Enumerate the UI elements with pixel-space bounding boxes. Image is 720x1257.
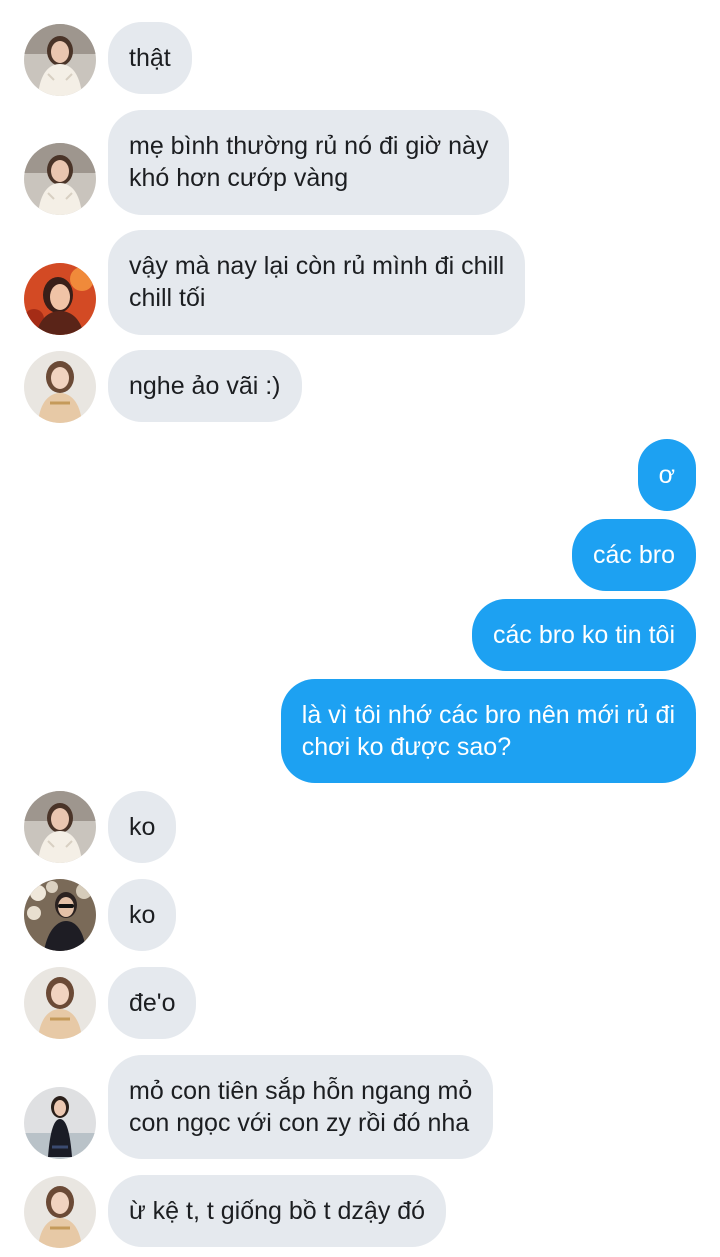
- message-text-line: thật: [129, 44, 171, 72]
- message-text-line: ừ kệ t, t giống bồ t dzậy đó: [129, 1197, 426, 1225]
- avatar-girl-white-sweater[interactable]: [24, 791, 96, 863]
- avatar-image: [24, 263, 96, 335]
- message-text-line: khó hơn cướp vàng: [129, 164, 349, 192]
- chat-thread[interactable]: thật mẹ bình thường rủ nó đi giờ này khó…: [0, 0, 720, 1257]
- message-bubble[interactable]: mỏ con tiên sắp hỗn ngang mỏ con ngọc vớ…: [108, 1055, 494, 1159]
- avatar-girl-white-sweater[interactable]: [24, 143, 96, 215]
- message-bubble[interactable]: các bro ko tin tôi: [471, 599, 696, 671]
- message-row: thật: [0, 22, 720, 96]
- avatar-image: [24, 351, 96, 423]
- message-bubble[interactable]: vậy mà nay lại còn rủ mình đi chill chil…: [108, 230, 526, 335]
- avatar-image: [24, 1087, 96, 1159]
- message-bubble[interactable]: các bro: [572, 519, 696, 591]
- message-text-line: là vì tôi nhớ các bro nên mới rủ đi: [301, 701, 675, 729]
- message-bubble[interactable]: thật: [108, 22, 192, 94]
- avatar-image: [24, 791, 96, 863]
- avatar-girl-sunglasses-flowers[interactable]: [24, 879, 96, 951]
- message-row: các bro ko tin tôi: [0, 599, 720, 671]
- message-text-line: nghe ảo vãi :): [129, 372, 281, 400]
- avatar-girl-gold-dress[interactable]: [24, 1176, 96, 1248]
- avatar-image: [24, 1176, 96, 1248]
- message-row: ko: [0, 791, 720, 863]
- avatar-girl-black-dress[interactable]: [24, 1087, 96, 1159]
- message-row: mẹ bình thường rủ nó đi giờ này khó hơn …: [0, 110, 720, 215]
- avatar-girl-gold-dress[interactable]: [24, 967, 96, 1039]
- message-text-line: ơ: [658, 461, 675, 489]
- message-text-line: vậy mà nay lại còn rủ mình đi chill: [129, 252, 505, 280]
- message-row: các bro: [0, 519, 720, 591]
- message-bubble[interactable]: nghe ảo vãi :): [108, 350, 302, 422]
- message-row: vậy mà nay lại còn rủ mình đi chill chil…: [0, 230, 720, 335]
- message-row: nghe ảo vãi :): [0, 350, 720, 423]
- message-row: mỏ con tiên sắp hỗn ngang mỏ con ngọc vớ…: [0, 1055, 720, 1159]
- message-row: ừ kệ t, t giống bồ t dzậy đó: [0, 1175, 720, 1248]
- message-text-line: ko: [129, 901, 156, 929]
- message-text-line: ko: [129, 813, 156, 841]
- message-bubble[interactable]: là vì tôi nhớ các bro nên mới rủ đi chơi…: [280, 679, 696, 783]
- avatar-girl-gold-dress[interactable]: [24, 351, 96, 423]
- message-row: ko: [0, 879, 720, 951]
- message-text-line: đe'o: [129, 989, 176, 1017]
- avatar-image: [24, 24, 96, 96]
- message-row: đe'o: [0, 967, 720, 1039]
- message-bubble[interactable]: ừ kệ t, t giống bồ t dzậy đó: [108, 1175, 447, 1247]
- message-row: ơ: [0, 439, 720, 511]
- avatar-image: [24, 967, 96, 1039]
- message-bubble[interactable]: mẹ bình thường rủ nó đi giờ này khó hơn …: [108, 110, 510, 215]
- message-row: là vì tôi nhớ các bro nên mới rủ đi chơi…: [0, 679, 720, 783]
- message-bubble[interactable]: ơ: [637, 439, 696, 511]
- message-text-line: các bro: [593, 541, 675, 569]
- message-text-line: chơi ko được sao?: [301, 733, 512, 761]
- message-bubble[interactable]: ko: [108, 791, 177, 863]
- message-text-line: chill tối: [129, 284, 206, 312]
- message-text-line: các bro ko tin tôi: [492, 621, 675, 649]
- avatar-image: [24, 143, 96, 215]
- message-bubble[interactable]: ko: [108, 879, 177, 951]
- message-bubble[interactable]: đe'o: [108, 967, 197, 1039]
- message-text-line: con ngọc với con zy rồi đó nha: [129, 1109, 470, 1137]
- avatar-girl-white-sweater[interactable]: [24, 24, 96, 96]
- avatar-girl-red-background[interactable]: [24, 263, 96, 335]
- avatar-image: [24, 879, 96, 951]
- message-text-line: mẹ bình thường rủ nó đi giờ này: [129, 132, 489, 160]
- message-text-line: mỏ con tiên sắp hỗn ngang mỏ: [129, 1077, 473, 1105]
